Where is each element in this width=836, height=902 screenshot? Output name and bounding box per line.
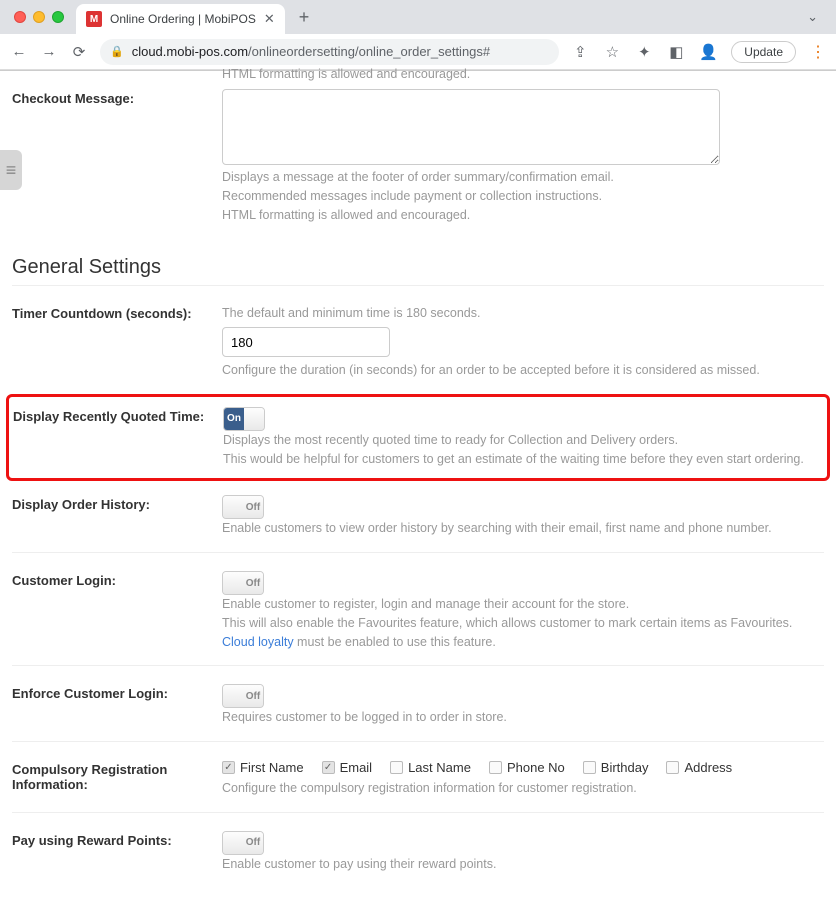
- maximize-window[interactable]: [52, 11, 64, 23]
- close-tab-icon[interactable]: ✕: [264, 11, 275, 27]
- enforce-login-toggle[interactable]: OnOff: [222, 684, 264, 708]
- timer-help: Configure the duration (in seconds) for …: [222, 361, 824, 380]
- rewards-label: Pay using Reward Points:: [12, 831, 222, 874]
- checkbox-icon: [666, 761, 679, 774]
- timer-input[interactable]: [222, 327, 390, 357]
- enforce-help: Requires customer to be logged in to ord…: [222, 708, 824, 727]
- browser-tab[interactable]: M Online Ordering | MobiPOS ✕: [76, 4, 285, 34]
- profile-icon[interactable]: 👤: [699, 43, 717, 61]
- checkout-message-input[interactable]: [222, 89, 720, 165]
- checkout-help: Displays a message at the footer of orde…: [222, 168, 824, 224]
- window-controls: [8, 11, 70, 23]
- browser-chrome: M Online Ordering | MobiPOS ✕ + ⌄ ← → ⟳ …: [0, 0, 836, 71]
- general-settings-heading: General Settings: [12, 256, 824, 279]
- back-icon[interactable]: ←: [10, 43, 28, 60]
- history-toggle[interactable]: OnOff: [222, 495, 264, 519]
- quoted-help: Displays the most recently quoted time t…: [223, 431, 823, 469]
- tab-title: Online Ordering | MobiPOS: [110, 12, 256, 26]
- menu-icon[interactable]: ⋮: [810, 42, 826, 62]
- timer-hint: The default and minimum time is 180 seco…: [222, 304, 824, 323]
- tabs-menu-icon[interactable]: ⌄: [797, 9, 828, 25]
- compulsory-help: Configure the compulsory registration in…: [222, 779, 824, 798]
- sidepanel-icon[interactable]: ◧: [667, 43, 685, 61]
- side-drawer-handle[interactable]: ≡: [0, 150, 22, 190]
- login-label: Customer Login:: [12, 571, 222, 651]
- timer-label: Timer Countdown (seconds):: [12, 304, 222, 380]
- favicon: M: [86, 11, 102, 27]
- check-first-name[interactable]: First Name: [222, 760, 304, 775]
- check-last-name[interactable]: Last Name: [390, 760, 471, 775]
- url-text: cloud.mobi-pos.com/onlineordersetting/on…: [132, 44, 490, 59]
- rewards-help: Enable customer to pay using their rewar…: [222, 855, 824, 874]
- rewards-toggle[interactable]: OnOff: [222, 831, 264, 855]
- checkbox-icon: [390, 761, 403, 774]
- history-help: Enable customers to view order history b…: [222, 519, 824, 538]
- quoted-time-toggle[interactable]: OnOff: [223, 407, 265, 431]
- reload-icon[interactable]: ⟳: [70, 43, 88, 61]
- check-phone-no[interactable]: Phone No: [489, 760, 565, 775]
- check-birthday[interactable]: Birthday: [583, 760, 649, 775]
- update-button[interactable]: Update: [731, 41, 796, 63]
- login-toggle[interactable]: OnOff: [222, 571, 264, 595]
- compulsory-label: Compulsory Registration Information:: [12, 760, 222, 798]
- checkout-message-label: Checkout Message:: [12, 89, 222, 224]
- cloud-loyalty-link[interactable]: Cloud loyalty: [222, 635, 294, 649]
- check-email[interactable]: Email: [322, 760, 373, 775]
- divider: [12, 552, 824, 553]
- check-address[interactable]: Address: [666, 760, 732, 775]
- enforce-login-label: Enforce Customer Login:: [12, 684, 222, 727]
- highlight-quoted-time: Display Recently Quoted Time: OnOff Disp…: [6, 394, 830, 482]
- divider: [12, 812, 824, 813]
- share-icon[interactable]: ⇪: [571, 43, 589, 61]
- new-tab-button[interactable]: +: [291, 7, 318, 28]
- divider: [12, 285, 824, 286]
- checkbox-icon: [322, 761, 335, 774]
- extensions-icon[interactable]: ✦: [635, 43, 653, 61]
- close-window[interactable]: [14, 11, 26, 23]
- checkbox-icon: [583, 761, 596, 774]
- prev-field-help: HTML formatting is allowed and encourage…: [12, 67, 824, 81]
- divider: [12, 665, 824, 666]
- address-bar[interactable]: 🔒 cloud.mobi-pos.com/onlineordersetting/…: [100, 39, 559, 65]
- checkbox-icon: [489, 761, 502, 774]
- quoted-time-label: Display Recently Quoted Time:: [13, 407, 223, 469]
- bookmark-icon[interactable]: ☆: [603, 43, 621, 61]
- checkbox-icon: [222, 761, 235, 774]
- minimize-window[interactable]: [33, 11, 45, 23]
- lock-icon: 🔒: [110, 45, 124, 58]
- forward-icon[interactable]: →: [40, 43, 58, 60]
- login-help: Enable customer to register, login and m…: [222, 595, 824, 651]
- history-label: Display Order History:: [12, 495, 222, 538]
